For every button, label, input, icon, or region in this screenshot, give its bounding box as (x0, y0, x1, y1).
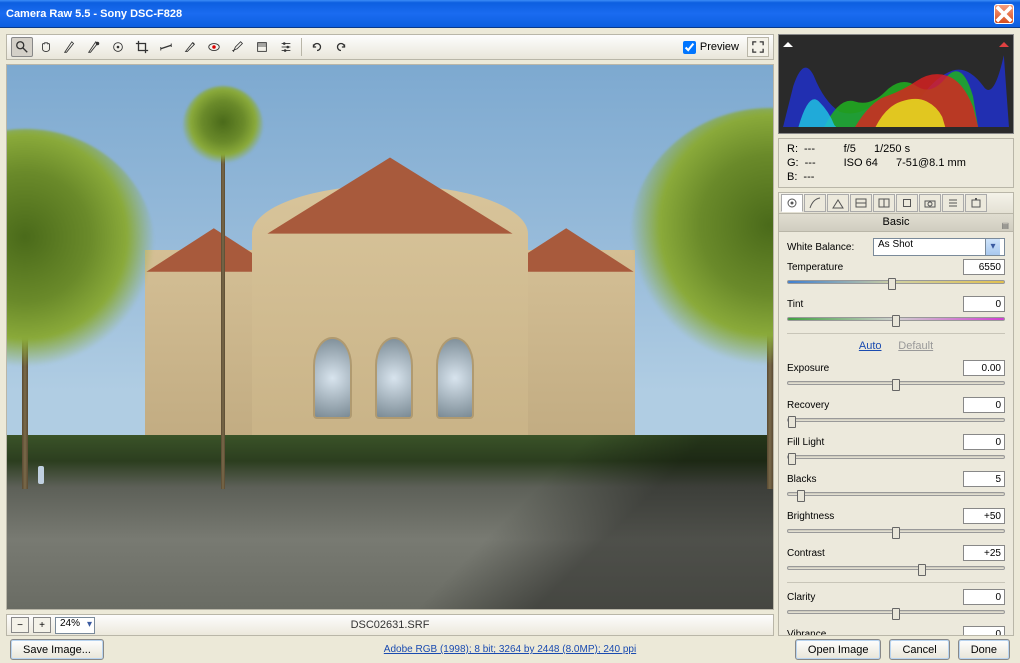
tab-snapshots-icon[interactable] (965, 194, 987, 212)
temperature-input[interactable] (963, 259, 1005, 275)
zoom-out-button[interactable]: − (11, 617, 29, 633)
vibrance-input[interactable] (963, 626, 1005, 636)
contrast-input[interactable] (963, 545, 1005, 561)
cancel-button[interactable]: Cancel (889, 639, 949, 660)
tab-split-toning-icon[interactable] (873, 194, 895, 212)
hand-tool-icon[interactable] (35, 37, 57, 57)
preferences-tool-icon[interactable] (275, 37, 297, 57)
filllight-input[interactable] (963, 434, 1005, 450)
close-button[interactable] (994, 4, 1014, 24)
tint-slider[interactable] (787, 317, 1005, 321)
brightness-label: Brightness (787, 511, 867, 522)
red-eye-tool-icon[interactable] (203, 37, 225, 57)
exif-readout: R:--- G:--- B:--- f/5 1/250 s ISO 64 7-5… (778, 138, 1014, 188)
targeted-adjustment-tool-icon[interactable] (107, 37, 129, 57)
filllight-label: Fill Light (787, 437, 867, 448)
white-balance-select[interactable]: As Shot (873, 238, 1005, 256)
zoom-select[interactable]: 24% (55, 617, 95, 634)
vibrance-label: Vibrance (787, 629, 867, 637)
fullscreen-toggle-icon[interactable] (747, 37, 769, 57)
tab-camera-calibration-icon[interactable] (919, 194, 941, 212)
temperature-slider[interactable] (787, 280, 1005, 284)
white-balance-label: White Balance: (787, 242, 867, 253)
zoom-in-button[interactable]: + (33, 617, 51, 633)
status-strip: − + 24% DSC02631.SRF (6, 614, 774, 636)
blacks-label: Blacks (787, 474, 867, 485)
filename-label: DSC02631.SRF (351, 619, 430, 631)
temperature-label: Temperature (787, 262, 867, 273)
exposure-label: Exposure (787, 363, 867, 374)
rotate-cw-icon[interactable] (330, 37, 352, 57)
workflow-options-link[interactable]: Adobe RGB (1998); 8 bit; 3264 by 2448 (8… (384, 644, 636, 655)
blacks-slider[interactable] (787, 492, 1005, 496)
panel-menu-icon[interactable]: ▤ (1001, 217, 1009, 234)
tint-input[interactable] (963, 296, 1005, 312)
brightness-input[interactable] (963, 508, 1005, 524)
tab-hsl-icon[interactable] (850, 194, 872, 212)
brightness-slider[interactable] (787, 529, 1005, 533)
color-sampler-tool-icon[interactable] (83, 37, 105, 57)
contrast-label: Contrast (787, 548, 867, 559)
recovery-input[interactable] (963, 397, 1005, 413)
image-preview-canvas[interactable] (6, 64, 774, 610)
clarity-input[interactable] (963, 589, 1005, 605)
titlebar: Camera Raw 5.5 - Sony DSC-F828 (0, 0, 1020, 28)
zoom-tool-icon[interactable] (11, 37, 33, 57)
crop-tool-icon[interactable] (131, 37, 153, 57)
auto-link[interactable]: Auto (859, 340, 882, 352)
open-image-button[interactable]: Open Image (795, 639, 882, 660)
window-title: Camera Raw 5.5 - Sony DSC-F828 (6, 8, 182, 20)
basic-panel: White Balance: As Shot Temperature Tint … (778, 232, 1014, 636)
tab-tone-curve-icon[interactable] (804, 194, 826, 212)
recovery-slider[interactable] (787, 418, 1005, 422)
preview-checkbox[interactable]: Preview (683, 41, 739, 54)
contrast-slider[interactable] (787, 566, 1005, 570)
tint-label: Tint (787, 299, 867, 310)
straighten-tool-icon[interactable] (155, 37, 177, 57)
white-balance-tool-icon[interactable] (59, 37, 81, 57)
recovery-label: Recovery (787, 400, 867, 411)
filllight-slider[interactable] (787, 455, 1005, 459)
tab-basic-icon[interactable] (781, 194, 803, 212)
blacks-input[interactable] (963, 471, 1005, 487)
panel-title: Basic ▤ (778, 214, 1014, 232)
preview-label: Preview (700, 41, 739, 53)
default-link[interactable]: Default (898, 340, 933, 352)
histogram[interactable] (778, 34, 1014, 134)
clarity-slider[interactable] (787, 610, 1005, 614)
tab-lens-corrections-icon[interactable] (896, 194, 918, 212)
footer: Save Image... Adobe RGB (1998); 8 bit; 3… (0, 636, 1020, 663)
toolbar: Preview (6, 34, 774, 60)
tab-detail-icon[interactable] (827, 194, 849, 212)
save-image-button[interactable]: Save Image... (10, 639, 104, 660)
photo-render (7, 65, 773, 609)
clarity-label: Clarity (787, 592, 867, 603)
panel-tabstrip (778, 192, 1014, 214)
preview-checkbox-input[interactable] (683, 41, 696, 54)
tab-presets-icon[interactable] (942, 194, 964, 212)
exposure-input[interactable] (963, 360, 1005, 376)
exposure-slider[interactable] (787, 381, 1005, 385)
done-button[interactable]: Done (958, 639, 1010, 660)
spot-removal-tool-icon[interactable] (179, 37, 201, 57)
graduated-filter-tool-icon[interactable] (251, 37, 273, 57)
adjustment-brush-tool-icon[interactable] (227, 37, 249, 57)
rotate-ccw-icon[interactable] (306, 37, 328, 57)
